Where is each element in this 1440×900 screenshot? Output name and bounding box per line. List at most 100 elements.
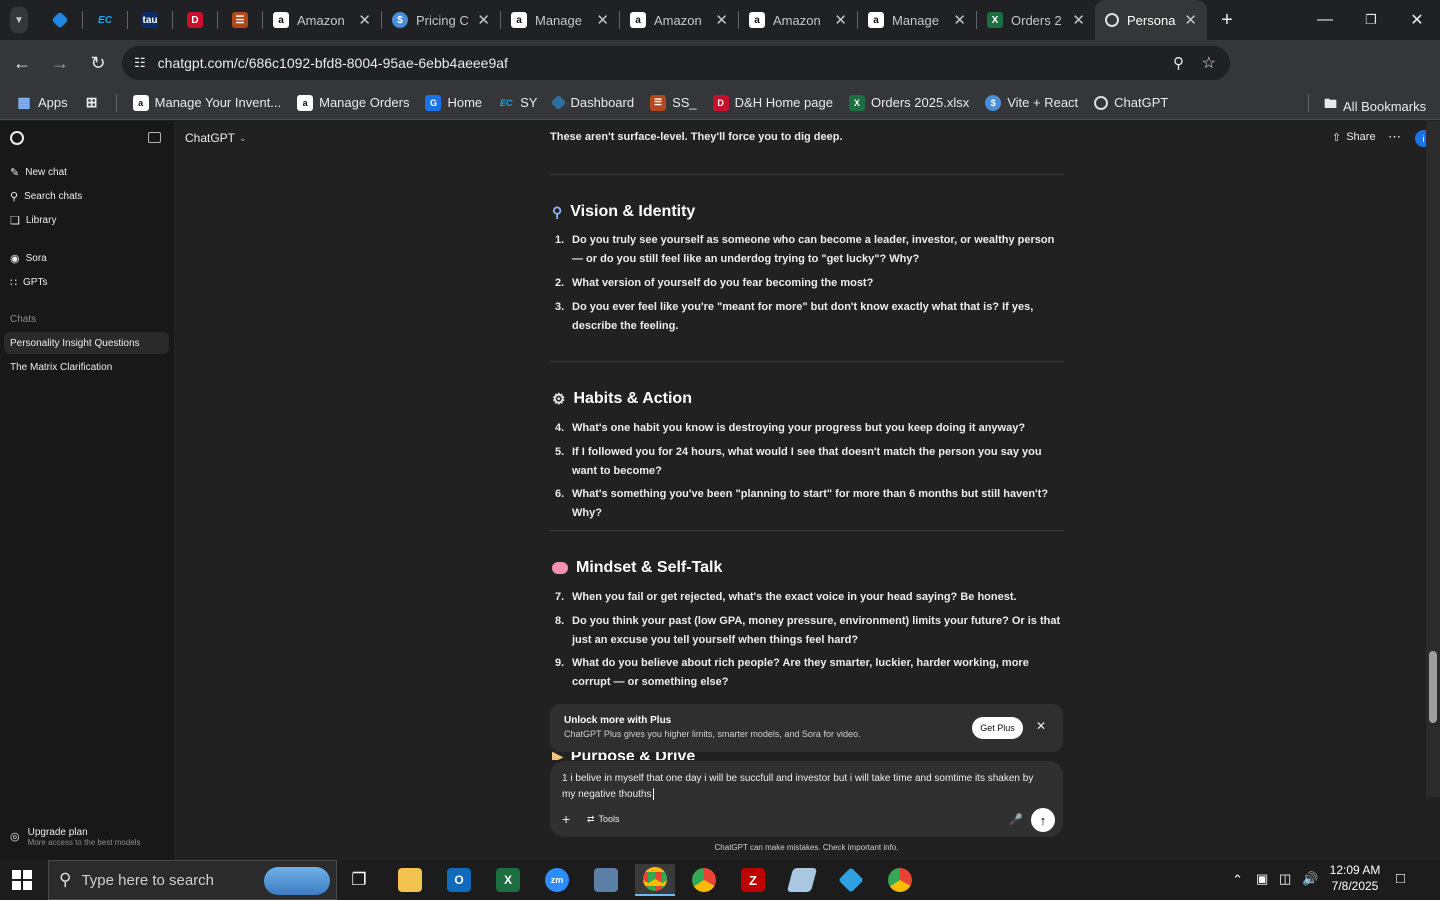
forward-button[interactable]: → bbox=[42, 45, 78, 81]
notifications-icon[interactable]: □ bbox=[1396, 870, 1405, 887]
bookmark-manage-orders[interactable]: a Manage Orders bbox=[297, 94, 409, 111]
more-options-icon[interactable]: ⋯ bbox=[1388, 129, 1401, 145]
back-button[interactable]: ← bbox=[4, 45, 40, 81]
library-button[interactable]: ❏ Library bbox=[10, 214, 56, 227]
chat-item-personality[interactable]: Personality Insight Questions bbox=[4, 332, 169, 354]
all-bookmarks-button[interactable]: 🖿 All Bookmarks bbox=[1324, 95, 1426, 117]
bookmark-vite-react[interactable]: $ Vite + React bbox=[985, 94, 1078, 111]
amazon-icon: a bbox=[630, 12, 646, 28]
taskbar-app-diamond[interactable] bbox=[831, 864, 871, 896]
tab-7[interactable]: $ Pricing C ✕ bbox=[382, 0, 500, 40]
taskbar-app-blue[interactable] bbox=[782, 864, 822, 896]
volume-icon[interactable]: 🔊 bbox=[1302, 871, 1318, 887]
bookmark-apps[interactable]: ▦ Apps bbox=[16, 94, 67, 111]
clock[interactable]: 12:09 AM 7/8/2025 bbox=[1320, 863, 1390, 893]
taskbar-outlook[interactable]: O bbox=[439, 864, 479, 896]
taskbar-excel[interactable]: X bbox=[488, 864, 528, 896]
close-icon[interactable]: ✕ bbox=[596, 11, 609, 29]
bookmark-manage-inventory[interactable]: a Manage Your Invent... bbox=[132, 94, 282, 111]
bookmark-tab-groups[interactable]: ⊞ bbox=[84, 94, 100, 111]
taskbar-zoom[interactable]: zm bbox=[537, 864, 577, 896]
tab-5[interactable]: ☰ bbox=[218, 0, 262, 40]
close-icon[interactable]: ✕ bbox=[358, 11, 371, 29]
close-sidebar-icon[interactable] bbox=[148, 132, 161, 143]
scrollbar-thumb[interactable] bbox=[1429, 651, 1437, 723]
sora-button[interactable]: ◉ Sora bbox=[10, 252, 47, 265]
model-selector[interactable]: ChatGPT ⌄ bbox=[185, 131, 247, 145]
tools-button[interactable]: ⇄ Tools bbox=[587, 814, 620, 825]
stack-icon: ☰ bbox=[650, 94, 667, 111]
tab-1[interactable] bbox=[38, 0, 82, 40]
chevron-up-icon[interactable]: ⌃ bbox=[1232, 872, 1243, 888]
star-icon[interactable]: ☆ bbox=[1202, 53, 1216, 73]
minimize-button[interactable]: — bbox=[1302, 0, 1348, 40]
site-settings-icon[interactable]: ☷ bbox=[134, 55, 146, 71]
close-icon[interactable]: ✕ bbox=[834, 11, 847, 29]
tab-6[interactable]: a Amazon ✕ bbox=[263, 0, 381, 40]
task-view-button[interactable]: ❐ bbox=[339, 864, 379, 896]
tab-active-personal[interactable]: Personal ✕ bbox=[1095, 0, 1207, 40]
bookmark-dashboard[interactable]: Dashboard bbox=[551, 94, 634, 111]
new-tab-button[interactable]: + bbox=[1207, 0, 1247, 40]
taskbar-chrome-active[interactable] bbox=[635, 864, 675, 896]
microphone-icon[interactable]: 🎤 bbox=[1009, 813, 1023, 826]
address-bar[interactable]: ☷ chatgpt.com/c/686c1092-bfd8-8004-95ae-… bbox=[122, 46, 1230, 80]
close-icon[interactable]: ✕ bbox=[1184, 11, 1197, 29]
attach-plus-icon[interactable]: + bbox=[562, 811, 570, 827]
taskbar-chrome-2[interactable] bbox=[684, 864, 724, 896]
question-number: 2. bbox=[555, 277, 565, 289]
taskbar-calculator[interactable] bbox=[586, 864, 626, 896]
get-plus-button[interactable]: Get Plus bbox=[972, 717, 1023, 739]
url-text[interactable]: chatgpt.com/c/686c1092-bfd8-8004-95ae-6e… bbox=[158, 55, 508, 71]
bookmark-orders-2025[interactable]: X Orders 2025.xlsx bbox=[848, 94, 969, 111]
upgrade-subtitle: More access to the best models bbox=[27, 838, 141, 847]
network-icon[interactable]: ◫ bbox=[1279, 871, 1291, 887]
gpts-button[interactable]: ∷ GPTs bbox=[10, 276, 47, 289]
new-chat-button[interactable]: ✎ New chat bbox=[10, 166, 67, 179]
browser-toolbar: ← → ↻ ☷ chatgpt.com/c/686c1092-bfd8-8004… bbox=[0, 40, 1440, 112]
reload-button[interactable]: ↻ bbox=[80, 45, 116, 81]
tab-2[interactable]: EC bbox=[83, 0, 127, 40]
brain-icon bbox=[552, 562, 568, 574]
tab-3[interactable]: tau bbox=[128, 0, 172, 40]
close-icon[interactable]: ✕ bbox=[1072, 11, 1085, 29]
bookmark-label: Manage Your Invent... bbox=[154, 95, 282, 110]
close-icon[interactable]: ✕ bbox=[715, 11, 728, 29]
share-button[interactable]: ⇧ Share bbox=[1332, 131, 1376, 144]
tab-8[interactable]: a Manage ✕ bbox=[501, 0, 619, 40]
amazon-icon: a bbox=[132, 94, 149, 111]
bookmark-home[interactable]: G Home bbox=[425, 94, 482, 111]
bookmark-ss[interactable]: ☰ SS_ bbox=[650, 94, 697, 111]
chat-item-matrix[interactable]: The Matrix Clarification bbox=[4, 356, 169, 378]
restore-button[interactable]: ❐ bbox=[1348, 0, 1394, 40]
tab-search-button[interactable]: ▼ bbox=[0, 0, 38, 40]
search-chats-button[interactable]: ⚲ Search chats bbox=[10, 190, 82, 203]
close-window-button[interactable]: ✕ bbox=[1394, 0, 1440, 40]
taskbar-filezilla[interactable]: Z bbox=[733, 864, 773, 896]
bookmark-dh-home[interactable]: D D&H Home page bbox=[712, 94, 833, 111]
taskbar-search-box[interactable]: ⚲ Type here to search bbox=[48, 860, 337, 900]
windows-logo-icon bbox=[23, 881, 32, 890]
zoom-icon: zm bbox=[545, 868, 569, 892]
bookmark-sy[interactable]: EC SY bbox=[498, 95, 538, 111]
prompt-input[interactable]: 1 i belive in myself that one day i will… bbox=[562, 771, 1037, 803]
send-button[interactable]: ↑ bbox=[1031, 808, 1055, 832]
openai-logo-icon[interactable] bbox=[10, 131, 24, 145]
bookmark-chatgpt[interactable]: ChatGPT bbox=[1094, 95, 1168, 110]
start-button[interactable] bbox=[12, 870, 32, 890]
taskbar-chrome-3[interactable] bbox=[880, 864, 920, 896]
gpts-label: GPTs bbox=[23, 277, 48, 288]
question-number: 3. bbox=[555, 301, 565, 313]
zoom-icon[interactable]: ⚲ bbox=[1173, 54, 1184, 72]
tab-11[interactable]: a Manage ✕ bbox=[858, 0, 976, 40]
taskbar-file-explorer[interactable] bbox=[390, 864, 430, 896]
tray-app-icon[interactable]: ▣ bbox=[1256, 871, 1268, 887]
upgrade-plan-button[interactable]: ◎ Upgrade plan More access to the best m… bbox=[10, 827, 141, 847]
tab-12[interactable]: X Orders 2 ✕ bbox=[977, 0, 1095, 40]
tab-4[interactable]: D bbox=[173, 0, 217, 40]
tab-9[interactable]: a Amazon ✕ bbox=[620, 0, 738, 40]
close-icon[interactable]: ✕ bbox=[1036, 719, 1046, 733]
close-icon[interactable]: ✕ bbox=[477, 11, 490, 29]
tab-10[interactable]: a Amazon ✕ bbox=[739, 0, 857, 40]
close-icon[interactable]: ✕ bbox=[953, 11, 966, 29]
